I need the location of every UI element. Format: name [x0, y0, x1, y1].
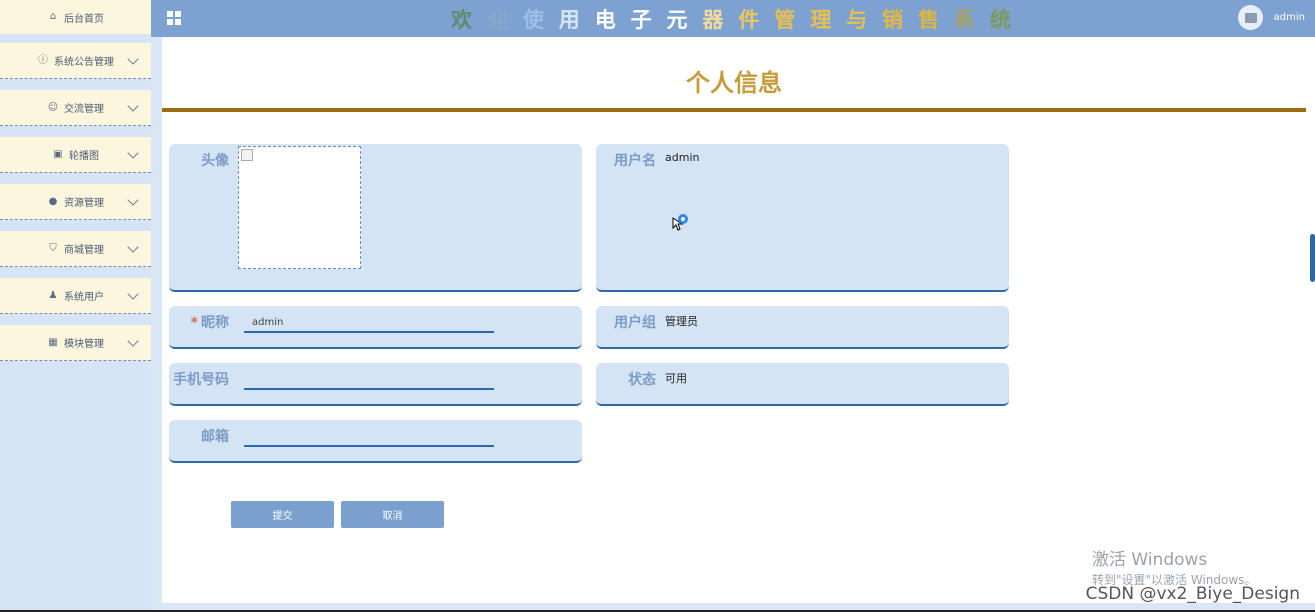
picture-icon: ▣ — [53, 148, 63, 160]
sidebar-item-label: 轮播图 — [69, 151, 99, 162]
user-group-value: 管理员 — [665, 315, 698, 328]
chevron-down-icon[interactable] — [127, 147, 139, 159]
sidebar-item-label: 系统用户 — [64, 292, 104, 303]
banner-char: 器 — [702, 8, 724, 32]
title-divider — [162, 108, 1306, 112]
menu-grid-icon[interactable] — [167, 11, 181, 25]
email-card: 邮箱 — [169, 420, 582, 463]
banner-char: 子 — [630, 8, 652, 32]
sidebar-item-4[interactable]: ● 资源管理 — [0, 184, 151, 220]
banner-char: 迎 — [486, 8, 508, 32]
system-title-banner: 欢迎使用电子元器件管理与销售系统 — [451, 4, 1011, 34]
sidebar-item-label: 交流管理 — [64, 104, 104, 115]
banner-char: 件 — [738, 8, 760, 32]
chevron-down-icon[interactable] — [127, 53, 139, 65]
phone-input[interactable] — [244, 370, 494, 390]
lightbulb-icon: ● — [48, 195, 58, 207]
username-field-label: 用户名 — [614, 153, 656, 169]
home-icon: ⌂ — [49, 11, 57, 22]
sidebar-item-6[interactable]: ♟ 系统用户 — [0, 278, 151, 314]
phone-label: 手机号码 — [173, 372, 229, 388]
sidebar: ⌂ 后台首页 ⓘ 系统公告管理 ☺ 交流管理 ▣ 轮播图 ● 资源管理 ⛉ 商城管理 ♟ 系统用户 ▦ 模… — [0, 0, 151, 612]
grid-icon: ▦ — [48, 336, 58, 348]
banner-char: 欢 — [451, 8, 472, 32]
scrollbar-handle[interactable] — [1310, 234, 1315, 282]
sidebar-item-5[interactable]: ⛉ 商城管理 — [0, 231, 151, 267]
username-card: 用户名 admin — [596, 144, 1009, 292]
banner-char: 用 — [558, 8, 580, 32]
chevron-down-icon[interactable] — [127, 241, 139, 253]
banner-char: 电 — [594, 8, 616, 32]
sidebar-item-home[interactable]: ⌂ 后台首页 — [0, 0, 151, 34]
avatar-card: 头像 — [169, 144, 582, 292]
sidebar-item-label: 模块管理 — [64, 339, 104, 350]
email-input[interactable] — [244, 427, 494, 447]
chevron-down-icon[interactable] — [127, 100, 139, 112]
banner-char: 管 — [774, 8, 796, 32]
avatar-upload[interactable] — [238, 146, 361, 269]
csdn-watermark: CSDN @vx2_Biye_Design — [1085, 584, 1300, 604]
info-circle-icon: ⓘ — [38, 54, 48, 66]
nickname-card: * 昵称 — [169, 306, 582, 349]
username-label[interactable]: admin — [1274, 12, 1305, 23]
banner-char: 元 — [666, 8, 688, 32]
nickname-input[interactable] — [244, 313, 494, 333]
phone-card: 手机号码 — [169, 363, 582, 406]
user-group-card: 用户组 管理员 — [596, 306, 1009, 349]
banner-char: 系 — [953, 8, 975, 32]
banner-char: 销 — [882, 8, 904, 32]
banner-char: 使 — [522, 8, 544, 32]
sidebar-item-2[interactable]: ☺ 交流管理 — [0, 90, 151, 126]
banner-char: 售 — [917, 8, 939, 32]
chat-bubble-icon: ☺ — [47, 101, 59, 113]
page-title: 个人信息 — [686, 69, 782, 97]
user-group-label: 用户组 — [614, 315, 656, 331]
sidebar-item-label: 资源管理 — [64, 198, 104, 209]
user-avatar[interactable] — [1238, 5, 1263, 30]
image-icon — [1244, 12, 1257, 23]
banner-char: 与 — [846, 8, 868, 32]
broken-image-icon — [241, 149, 253, 161]
shopping-cart-icon: ⛉ — [49, 242, 57, 254]
top-bar: 欢迎使用电子元器件管理与销售系统 admin — [151, 0, 1315, 37]
avatar-label: 头像 — [201, 153, 229, 169]
sidebar-item-3[interactable]: ▣ 轮播图 — [0, 137, 151, 173]
status-label: 状态 — [628, 372, 656, 388]
sidebar-item-7[interactable]: ▦ 模块管理 — [0, 325, 151, 361]
sidebar-item-label: 后台首页 — [64, 13, 104, 25]
user-icon: ♟ — [48, 289, 58, 301]
loading-spinner-icon — [678, 214, 688, 224]
main-content: 个人信息 头像 用户名 admin *昵称 用户组 管理员 手机号码 状态 可用… — [162, 37, 1315, 603]
status-card: 状态 可用 — [596, 363, 1009, 406]
chevron-down-icon[interactable] — [127, 288, 139, 300]
nickname-label: * 昵称 — [190, 315, 229, 331]
username-value: admin — [665, 151, 700, 164]
cancel-button[interactable]: 取消 — [341, 501, 444, 528]
banner-char: 统 — [989, 8, 1011, 32]
sidebar-item-label: 商城管理 — [64, 245, 104, 256]
required-mark: * — [190, 315, 198, 331]
chevron-down-icon[interactable] — [127, 194, 139, 206]
sidebar-item-1[interactable]: ⓘ 系统公告管理 — [0, 43, 151, 79]
submit-button[interactable]: 提交 — [231, 501, 334, 528]
chevron-down-icon[interactable] — [127, 335, 139, 347]
status-value: 可用 — [665, 372, 687, 385]
banner-char: 理 — [810, 8, 832, 32]
sidebar-item-label: 系统公告管理 — [54, 57, 114, 68]
email-label: 邮箱 — [201, 429, 229, 445]
windows-activation-watermark: 激活 Windows 转到"设置"以激活 Windows。 — [1092, 550, 1257, 587]
